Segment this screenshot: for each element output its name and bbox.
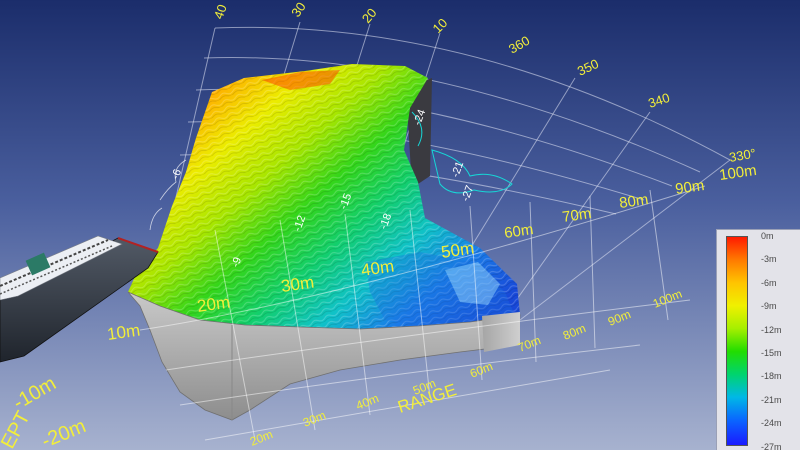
legend-depth-label: -15m <box>761 348 782 358</box>
legend-depth-label: -18m <box>761 371 782 382</box>
legend-depth-label: -12m <box>761 324 782 335</box>
depth-color-legend: 0m -3m -6m -9m -12m -15m -18m -21m -24m -27m <box>716 229 800 450</box>
legend-depth-label: 0m <box>761 231 774 241</box>
legend-depth-label: -3m <box>761 254 777 265</box>
legend-depth-label: -27m <box>761 441 782 450</box>
sonar-3d-view[interactable]: 0m-3m-6m-9m-12m-15m-18m-21m-24m-27m 40 30… <box>0 0 800 450</box>
legend-depth-label: -24m <box>761 418 782 429</box>
legend-color-bar <box>726 236 748 446</box>
legend-depth-label: -9m <box>761 301 777 312</box>
legend-depth-label: -21m <box>761 394 782 405</box>
legend-depth-label: -6m <box>761 277 777 288</box>
